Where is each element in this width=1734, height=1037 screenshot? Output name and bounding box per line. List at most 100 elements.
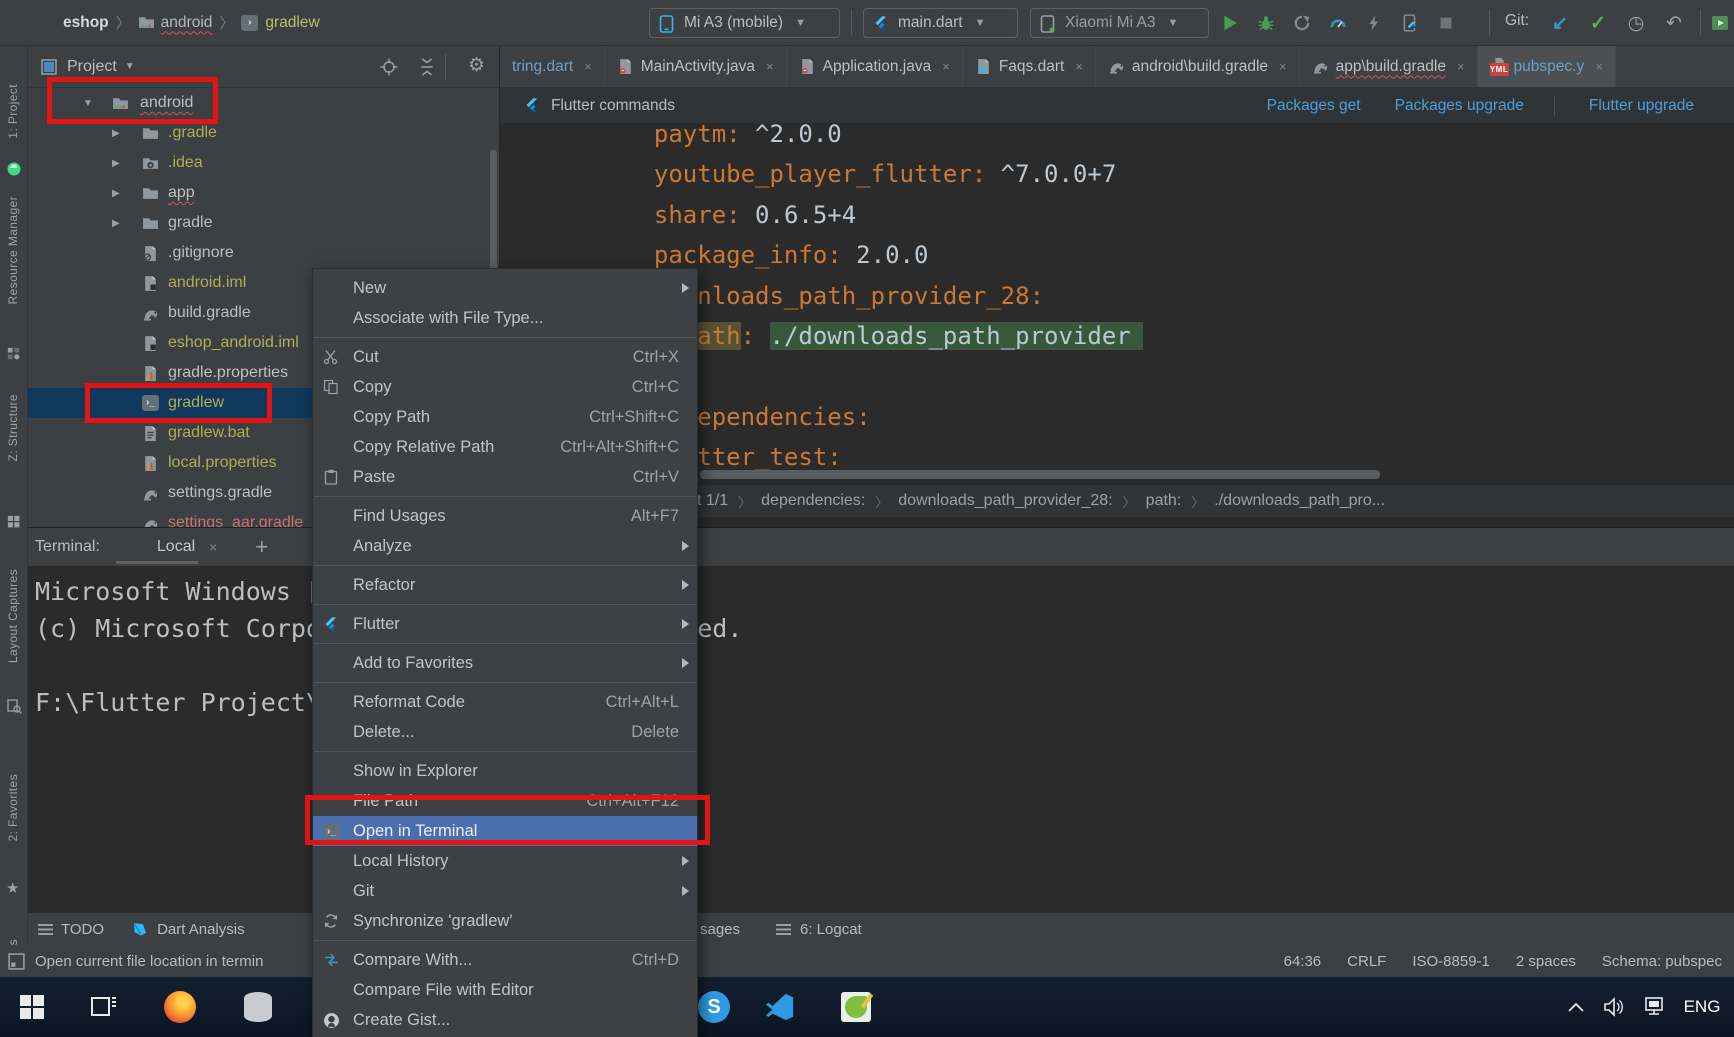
git-update-button[interactable]: ↙ — [1548, 11, 1572, 35]
language-indicator[interactable]: ENG — [1678, 989, 1726, 1025]
tab-tring-dart[interactable]: tring.dart× — [500, 46, 605, 87]
close-icon[interactable]: × — [1075, 59, 1083, 74]
tray-chevron-up-icon[interactable] — [1558, 989, 1594, 1025]
collapse-all-button[interactable] — [418, 58, 436, 76]
close-icon[interactable]: × — [766, 59, 774, 74]
menu-item-compare-with[interactable]: Compare With...Ctrl+D — [313, 945, 697, 975]
menu-item-cut[interactable]: CutCtrl+X — [313, 342, 697, 372]
menu-item-analyze[interactable]: Analyze — [313, 531, 697, 561]
profiler-button[interactable] — [1290, 11, 1314, 35]
project-view-selector[interactable]: Project — [67, 58, 117, 76]
menu-item-copy-relative-path[interactable]: Copy Relative PathCtrl+Alt+Shift+C — [313, 432, 697, 462]
status-64-36[interactable]: 64:36 — [1284, 953, 1322, 970]
android-logo-icon[interactable] — [6, 161, 22, 177]
star-icon[interactable]: ★ — [6, 879, 22, 895]
debug-button[interactable] — [1254, 11, 1278, 35]
git-revert-button[interactable]: ↶ — [1662, 11, 1686, 35]
notepadpp-icon[interactable] — [838, 989, 874, 1025]
stripe-button-layout-captures[interactable]: Layout Captures — [6, 569, 20, 663]
menu-item-copy[interactable]: CopyCtrl+C — [313, 372, 697, 402]
flutter-upgrade-link[interactable]: Flutter upgrade — [1589, 97, 1694, 115]
volume-icon[interactable] — [1596, 989, 1632, 1025]
tab-app-build-gradle[interactable]: app\build.gradle× — [1300, 46, 1478, 87]
vscode-icon[interactable] — [762, 989, 798, 1025]
menu-item-flutter[interactable]: Flutter — [313, 609, 697, 639]
packages-get-link[interactable]: Packages get — [1267, 97, 1361, 115]
run-button[interactable] — [1218, 11, 1242, 35]
close-icon[interactable]: × — [1279, 59, 1287, 74]
git-commit-button[interactable]: ✓ — [1586, 11, 1610, 35]
device-selector[interactable]: Mi A3 (mobile) ▼ — [649, 8, 840, 38]
stripe-button-resource-manager[interactable]: Resource Manager — [6, 196, 20, 304]
tree-scrollbar[interactable] — [490, 150, 497, 275]
target-device-selector[interactable]: Xiaomi Mi A3 ▼ — [1030, 8, 1209, 38]
firefox-icon[interactable] — [162, 989, 198, 1025]
tree-item-idea[interactable]: ▶.idea — [28, 148, 500, 178]
network-icon[interactable] — [1638, 989, 1674, 1025]
gear-icon[interactable]: ⚙ — [468, 54, 485, 77]
tab-faqs-dart[interactable]: Faqs.dart× — [963, 46, 1096, 87]
tab-application-java[interactable]: Application.java× — [787, 46, 963, 87]
menu-item-add-to-favorites[interactable]: Add to Favorites — [313, 648, 697, 678]
tab-pubspec-y[interactable]: YMLpubspec.y× — [1478, 46, 1616, 87]
skype-icon[interactable]: S — [696, 989, 732, 1025]
stripe-button-1-project[interactable]: 1: Project — [6, 84, 20, 139]
tool-button-logcat[interactable]: 6: Logcat — [800, 921, 862, 938]
breadcrumb-file[interactable]: gradlew — [265, 14, 319, 32]
menu-item-show-in-explorer[interactable]: Show in Explorer — [313, 756, 697, 786]
terminal-tab-local[interactable]: Local — [157, 538, 195, 556]
status-schema-pubspec[interactable]: Schema: pubspec — [1602, 953, 1722, 970]
status-crlf[interactable]: CRLF — [1347, 953, 1386, 970]
task-view-button[interactable] — [86, 989, 122, 1025]
menu-item-synchronize-gradlew[interactable]: Synchronize 'gradlew' — [313, 906, 697, 936]
menu-item-find-usages[interactable]: Find UsagesAlt+F7 — [313, 501, 697, 531]
window-icon[interactable] — [1708, 11, 1732, 35]
close-icon[interactable]: × — [1457, 59, 1465, 74]
grid-icon[interactable] — [6, 514, 22, 530]
git-history-button[interactable]: ◷ — [1624, 11, 1648, 35]
close-icon[interactable]: × — [1595, 59, 1603, 74]
close-icon[interactable]: × — [942, 59, 950, 74]
tool-button-messages[interactable]: sages — [700, 921, 740, 938]
status-iso-8859-1[interactable]: ISO-8859-1 — [1412, 953, 1490, 970]
stop-button[interactable] — [1434, 11, 1458, 35]
lightning-button[interactable] — [1362, 11, 1386, 35]
editor-breadcrumb-dependencies[interactable]: dependencies: — [761, 492, 865, 510]
menu-item-associate-with-file-type[interactable]: Associate with File Type... — [313, 303, 697, 333]
screenshot-icon[interactable] — [6, 698, 22, 714]
attach-flutter-button[interactable] — [1398, 11, 1422, 35]
menu-item-new[interactable]: New — [313, 273, 697, 303]
menu-item-git[interactable]: Git — [313, 876, 697, 906]
editor-breadcrumb-t-1-1[interactable]: t 1/1 — [697, 492, 728, 510]
tab-mainactivity-java[interactable]: MainActivity.java× — [605, 46, 787, 87]
menu-item-refactor[interactable]: Refactor — [313, 570, 697, 600]
tree-item-gitignore[interactable]: .gitignore — [28, 238, 500, 268]
menu-item-copy-path[interactable]: Copy PathCtrl+Shift+C — [313, 402, 697, 432]
editor-hscrollbar[interactable] — [700, 470, 1380, 479]
stripe-button-z-structure[interactable]: Z: Structure — [6, 394, 20, 461]
tab-android-build-gradle[interactable]: android\build.gradle× — [1096, 46, 1300, 87]
menu-item-paste[interactable]: PasteCtrl+V — [313, 462, 697, 492]
stripe-button-2-favorites[interactable]: 2: Favorites — [6, 774, 20, 842]
menu-item-reformat-code[interactable]: Reformat CodeCtrl+Alt+L — [313, 687, 697, 717]
breadcrumb-project[interactable]: eshop — [63, 14, 109, 32]
new-terminal-button[interactable]: + — [255, 534, 268, 560]
locate-file-button[interactable] — [380, 58, 398, 76]
editor-breadcrumb-downloads-path-provider-28[interactable]: downloads_path_provider_28: — [898, 492, 1112, 510]
menu-item-delete[interactable]: Delete...Delete — [313, 717, 697, 747]
menu-item-compare-file-with-editor[interactable]: Compare File with Editor — [313, 975, 697, 1005]
performance-button[interactable] — [1326, 11, 1350, 35]
close-icon[interactable]: × — [584, 59, 592, 74]
tool-button-todo[interactable]: TODO — [61, 921, 104, 938]
status-2-spaces[interactable]: 2 spaces — [1516, 953, 1576, 970]
start-button[interactable] — [14, 989, 50, 1025]
tool-button-dart-analysis[interactable]: Dart Analysis — [157, 921, 245, 938]
tree-item-gradle[interactable]: ▶gradle — [28, 208, 500, 238]
menu-item-create-gist[interactable]: Create Gist... — [313, 1005, 697, 1035]
close-icon[interactable]: × — [209, 539, 217, 555]
menu-item-local-history[interactable]: Local History — [313, 846, 697, 876]
breadcrumb-module[interactable]: android — [161, 14, 213, 32]
database-app-icon[interactable] — [240, 989, 276, 1025]
editor-breadcrumb-path[interactable]: path: — [1146, 492, 1182, 510]
tree-item-app[interactable]: ▶app — [28, 178, 500, 208]
